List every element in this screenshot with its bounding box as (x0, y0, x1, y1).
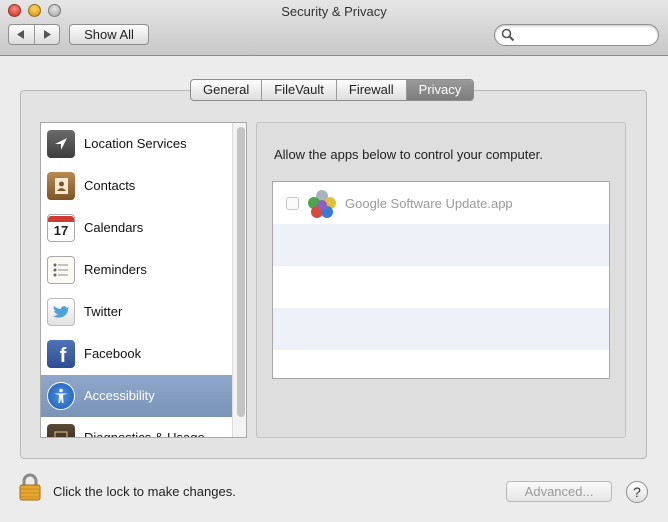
sidebar-item-contacts[interactable]: Contacts (41, 165, 232, 207)
location-arrow-icon (47, 130, 75, 158)
sidebar-item-label: Facebook (84, 346, 142, 361)
tab-filevault[interactable]: FileVault (261, 80, 336, 100)
lock-message: Click the lock to make changes. (53, 484, 236, 499)
diagnostics-icon (47, 424, 75, 437)
tab-firewall[interactable]: Firewall (335, 80, 406, 100)
help-button[interactable]: ? (626, 481, 648, 503)
sidebar-item-diagnostics-usage[interactable]: Diagnostics & Usage (41, 417, 232, 438)
lock-icon[interactable] (18, 473, 42, 501)
sidebar-item-facebook[interactable]: f Facebook (41, 333, 232, 375)
reminders-list-icon (47, 256, 75, 284)
sidebar-item-location-services[interactable]: Location Services (41, 123, 232, 165)
show-all-button[interactable]: Show All (69, 24, 149, 45)
sidebar-item-twitter[interactable]: Twitter (41, 291, 232, 333)
facebook-icon: f (47, 340, 75, 368)
sidebar-item-reminders[interactable]: Reminders (41, 249, 232, 291)
sidebar-item-label: Reminders (84, 262, 147, 277)
window-title: Security & Privacy (281, 4, 387, 19)
forward-button[interactable] (33, 25, 60, 44)
sidebar-item-label: Calendars (84, 220, 144, 235)
sidebar-item-accessibility[interactable]: Accessibility (41, 375, 232, 417)
advanced-button[interactable]: Advanced... (506, 481, 612, 502)
allowed-apps-list[interactable]: Google Software Update.app (272, 181, 610, 379)
empty-row (273, 266, 609, 308)
scrollbar-thumb[interactable] (237, 127, 245, 417)
twitter-bird-icon (47, 298, 75, 326)
nav-button-group (8, 24, 60, 45)
calendar-icon: 17 (47, 214, 75, 242)
sidebar-item-calendars[interactable]: 17 Calendars (41, 207, 232, 249)
app-row[interactable]: Google Software Update.app (273, 182, 609, 224)
chevron-right-icon (43, 30, 51, 39)
empty-row (273, 350, 609, 378)
sidebar-item-label: Contacts (84, 178, 136, 193)
empty-row (273, 224, 609, 266)
sidebar-item-label: Location Services (84, 136, 187, 151)
app-enabled-checkbox[interactable] (286, 197, 299, 210)
list-scrollbar[interactable] (232, 123, 246, 437)
search-icon (501, 28, 515, 42)
empty-row (273, 308, 609, 350)
contacts-book-icon (47, 172, 75, 200)
tab-general[interactable]: General (191, 80, 261, 100)
privacy-category-list[interactable]: Location Services Contacts 17 Calendars … (40, 122, 247, 438)
search-field[interactable] (494, 24, 659, 46)
chevron-left-icon (17, 30, 25, 39)
google-update-balls-icon (308, 190, 336, 218)
sidebar-item-label: Accessibility (84, 388, 155, 403)
search-input[interactable] (517, 27, 653, 43)
back-button[interactable] (9, 25, 34, 44)
accessibility-icon (47, 382, 75, 410)
title-bar: Security & Privacy Show All (0, 0, 668, 56)
permissions-description: Allow the apps below to control your com… (274, 147, 543, 162)
app-permissions-panel: Allow the apps below to control your com… (256, 122, 626, 438)
tab-privacy[interactable]: Privacy (405, 80, 474, 100)
tab-bar: General FileVault Firewall Privacy (190, 79, 475, 101)
sidebar-item-label: Diagnostics & Usage (84, 430, 205, 438)
sidebar-item-label: Twitter (84, 304, 123, 319)
app-name: Google Software Update.app (345, 196, 513, 211)
